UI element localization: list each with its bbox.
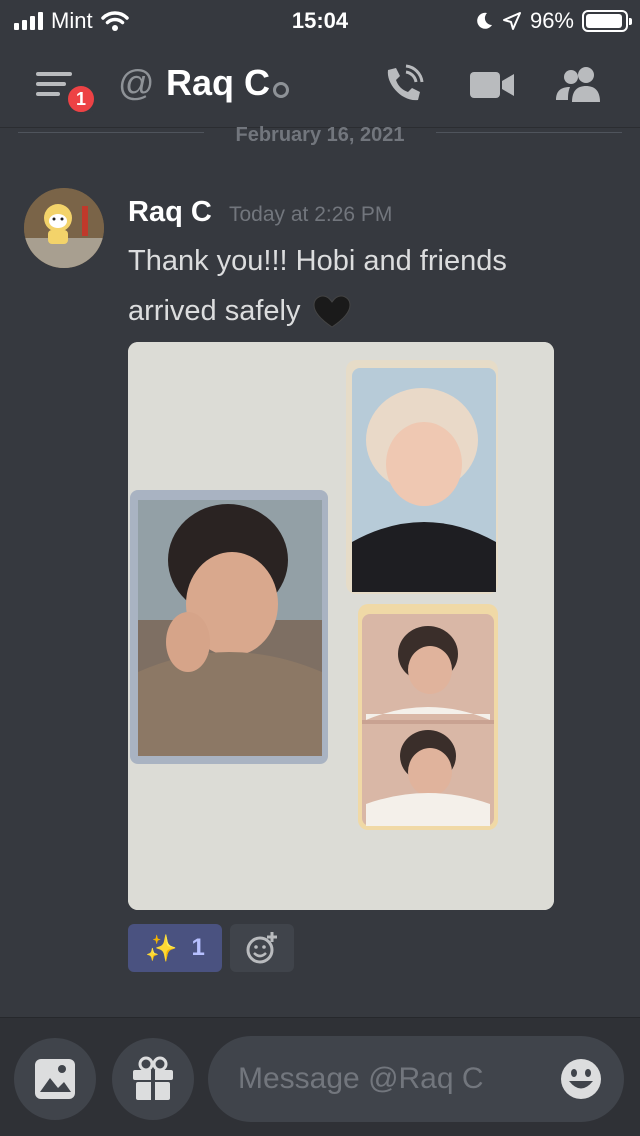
gift-icon bbox=[133, 1056, 173, 1100]
offline-status-icon bbox=[273, 82, 289, 98]
members-icon[interactable] bbox=[556, 66, 604, 102]
at-icon: @ bbox=[118, 62, 155, 103]
message-author[interactable]: Raq C bbox=[128, 196, 212, 229]
call-icon[interactable] bbox=[382, 64, 424, 106]
sparkles-icon: ✨ bbox=[145, 932, 178, 963]
status-bar: Mint 15:04 96% bbox=[0, 0, 640, 42]
video-icon[interactable] bbox=[470, 68, 514, 102]
moon-icon bbox=[477, 12, 492, 29]
notification-badge: 1 bbox=[64, 82, 98, 116]
battery-icon bbox=[582, 10, 632, 32]
avatar[interactable] bbox=[24, 188, 104, 268]
emoji-icon[interactable] bbox=[560, 1058, 602, 1100]
add-reaction-button[interactable] bbox=[230, 924, 294, 972]
channel-header: 1 @ Raq C bbox=[0, 42, 640, 128]
gift-button[interactable] bbox=[112, 1038, 194, 1120]
reaction-sparkles[interactable]: ✨ 1 bbox=[128, 924, 222, 972]
black-heart-icon bbox=[313, 295, 351, 328]
location-icon bbox=[502, 12, 521, 30]
date-divider: February 16, 2021 bbox=[18, 124, 622, 148]
attachment-photo bbox=[128, 342, 554, 910]
date-label: February 16, 2021 bbox=[235, 124, 405, 146]
channel-title[interactable]: Raq C bbox=[166, 62, 270, 104]
message-input[interactable]: Message @Raq C bbox=[208, 1036, 624, 1122]
add-reaction-icon bbox=[246, 932, 277, 964]
image-icon bbox=[35, 1059, 75, 1099]
status-right: 96% bbox=[474, 8, 632, 34]
message-composer: Message @Raq C bbox=[0, 1017, 640, 1136]
battery-percent: 96% bbox=[529, 8, 574, 33]
message-text: Thank you!!! Hobi and friends arrived sa… bbox=[128, 236, 598, 336]
upload-image-button[interactable] bbox=[14, 1038, 96, 1120]
message-placeholder: Message @Raq C bbox=[238, 1062, 484, 1095]
image-attachment[interactable] bbox=[128, 342, 554, 910]
message-timestamp: Today at 2:26 PM bbox=[229, 203, 393, 226]
reaction-count: 1 bbox=[191, 934, 205, 961]
battery-fill bbox=[586, 14, 623, 28]
avatar-image bbox=[24, 188, 104, 268]
